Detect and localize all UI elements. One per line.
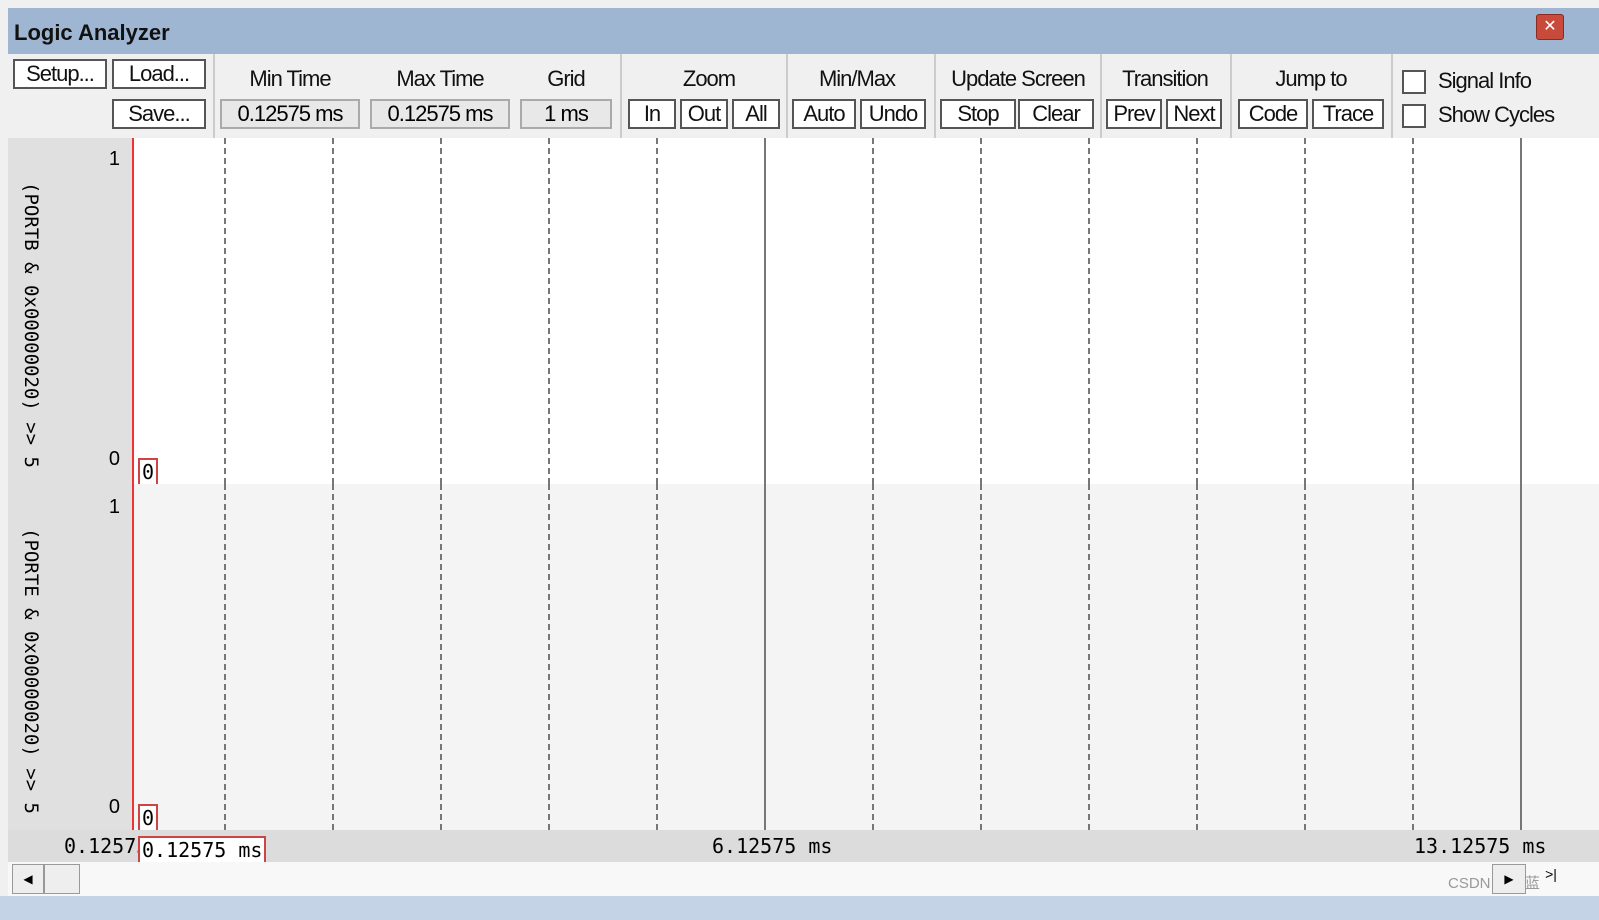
- title-bar: Logic Analyzer ✕: [8, 8, 1599, 54]
- max-time-field: 0.12575 ms: [370, 99, 510, 129]
- grid-line: [764, 484, 766, 830]
- window-title: Logic Analyzer: [14, 20, 170, 45]
- grid-line: [224, 138, 226, 484]
- signal-info-label: Signal Info: [1438, 68, 1532, 93]
- jump-to-label: Jump to: [1275, 66, 1347, 91]
- clear-button[interactable]: Clear: [1018, 99, 1094, 129]
- show-cycles-checkbox[interactable]: [1402, 104, 1426, 128]
- grid-line: [1088, 484, 1090, 830]
- signal-row: (PORTE & 0x00000020) >> 5 1 0 0: [8, 484, 1599, 832]
- zoom-label: Zoom: [682, 66, 736, 91]
- time-left: 0.12575: [64, 834, 149, 858]
- time-mid: 6.12575 ms: [712, 834, 833, 858]
- update-screen-label: Update Screen: [951, 66, 1086, 91]
- grid-line: [656, 138, 658, 484]
- signal-name: (PORTB & 0x00000020) >> 5: [20, 182, 42, 468]
- scroll-thumb[interactable]: [44, 864, 80, 894]
- code-button[interactable]: Code: [1238, 99, 1308, 129]
- grid-line: [548, 138, 550, 484]
- max-time-label: Max Time: [396, 66, 484, 91]
- grid-line: [1304, 138, 1306, 484]
- toolbar: Setup... Load... Save... Min Time 0.1257…: [8, 54, 1599, 138]
- setup-button[interactable]: Setup...: [13, 59, 107, 89]
- scroll-right-icon[interactable]: ▶: [1492, 864, 1526, 894]
- grid-line: [980, 138, 982, 484]
- signal-max: 1: [108, 148, 120, 170]
- grid-line: [332, 484, 334, 830]
- min-time-field: 0.12575 ms: [220, 99, 360, 129]
- load-button[interactable]: Load...: [112, 59, 206, 89]
- grid-line: [440, 138, 442, 484]
- grid-line: [1412, 138, 1414, 484]
- grid-line: [224, 484, 226, 830]
- auto-button[interactable]: Auto: [792, 99, 856, 129]
- grid-line: [332, 138, 334, 484]
- close-icon[interactable]: ✕: [1536, 14, 1564, 40]
- grid-line: [548, 484, 550, 830]
- grid-label: Grid: [547, 66, 586, 91]
- grid-line: [1196, 484, 1198, 830]
- grid-line: [764, 138, 766, 484]
- grid-line: [1520, 484, 1522, 830]
- horizontal-scrollbar[interactable]: ◀ CSDN @红蓝 ▶ >|: [8, 862, 1599, 896]
- grid-line: [1520, 138, 1522, 484]
- signal-value: 0: [138, 804, 159, 832]
- zoom-out-button[interactable]: Out: [680, 99, 728, 129]
- minmax-label: Min/Max: [818, 66, 896, 91]
- signal-name-column: (PORTE & 0x00000020) >> 5 1 0: [8, 484, 132, 830]
- scroll-left-icon[interactable]: ◀: [12, 864, 44, 894]
- prev-button[interactable]: Prev: [1106, 99, 1162, 129]
- grid-field: 1 ms: [520, 99, 612, 129]
- signal-min: 0: [108, 448, 120, 470]
- next-button[interactable]: Next: [1166, 99, 1222, 129]
- grid-line: [1196, 138, 1198, 484]
- signal-max: 1: [108, 496, 120, 518]
- grid-line: [1088, 138, 1090, 484]
- signal-name-column: (PORTB & 0x00000020) >> 5 1 0: [8, 138, 132, 484]
- signal-info-checkbox[interactable]: [1402, 70, 1426, 94]
- scroll-end-icon[interactable]: >|: [1544, 866, 1558, 892]
- grid-line: [440, 484, 442, 830]
- transition-label: Transition: [1122, 66, 1209, 91]
- time-axis: 0.12575 0.12575 ms 6.12575 ms 13.12575 m…: [8, 830, 1599, 862]
- zoom-in-button[interactable]: In: [628, 99, 676, 129]
- time-right: 13.12575 ms: [1414, 834, 1547, 858]
- grid-line: [656, 484, 658, 830]
- waveform-area[interactable]: [132, 484, 1599, 830]
- save-button[interactable]: Save...: [112, 99, 206, 129]
- grid-line: [1412, 484, 1414, 830]
- waveform-area[interactable]: [132, 138, 1599, 484]
- zoom-all-button[interactable]: All: [732, 99, 780, 129]
- grid-line: [872, 138, 874, 484]
- undo-button[interactable]: Undo: [860, 99, 926, 129]
- signal-row: (PORTB & 0x00000020) >> 5 1 0 0: [8, 138, 1599, 486]
- grid-line: [872, 484, 874, 830]
- stop-button[interactable]: Stop: [940, 99, 1016, 129]
- signal-min: 0: [108, 796, 120, 818]
- signal-value: 0: [138, 458, 159, 486]
- min-time-label: Min Time: [249, 66, 331, 91]
- trace-button[interactable]: Trace: [1312, 99, 1384, 129]
- show-cycles-label: Show Cycles: [1438, 102, 1555, 127]
- grid-line: [1304, 484, 1306, 830]
- cursor-time: 0.12575 ms: [138, 836, 267, 862]
- grid-line: [980, 484, 982, 830]
- signal-name: (PORTE & 0x00000020) >> 5: [20, 528, 42, 814]
